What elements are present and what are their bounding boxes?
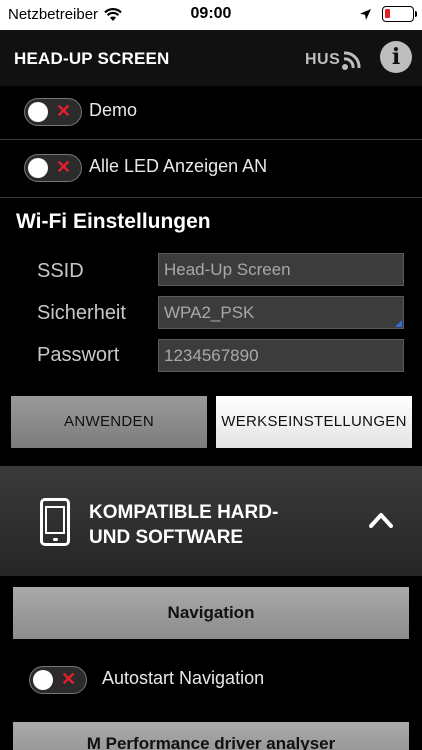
chevron-up-icon[interactable]: [369, 508, 393, 532]
toggle-off-icon: ✕: [56, 101, 72, 121]
divider: [0, 197, 422, 198]
ssid-label: SSID: [37, 260, 84, 282]
autostart-toggle-row: ✕ Autostart Navigation: [0, 654, 422, 706]
info-icon[interactable]: i: [380, 41, 412, 73]
led-toggle[interactable]: ✕: [24, 154, 82, 182]
compatible-title-line2: UND SOFTWARE: [89, 527, 244, 548]
toggle-knob: [33, 670, 53, 690]
status-bar-right: [359, 6, 417, 22]
ssid-field[interactable]: Head-Up Screen: [158, 253, 404, 286]
led-label: Alle LED Anzeigen AN: [89, 156, 268, 176]
demo-toggle[interactable]: ✕: [24, 98, 82, 126]
hus-connection-indicator[interactable]: HUS: [305, 48, 366, 72]
password-label: Passwort: [37, 344, 120, 366]
factory-reset-button[interactable]: WERKSEINSTELLUNGEN: [216, 396, 412, 448]
compatible-title-line1: KOMPATIBLE HARD-: [89, 502, 279, 523]
page-title: HEAD-UP SCREEN: [14, 49, 170, 68]
autostart-navigation-toggle[interactable]: ✕: [29, 666, 87, 694]
toggle-off-icon: ✕: [61, 669, 77, 689]
compatible-section-header[interactable]: KOMPATIBLE HARD- UND SOFTWARE: [0, 466, 422, 576]
dropdown-corner-icon: [395, 320, 402, 327]
signal-waves-icon: [342, 51, 361, 70]
password-field[interactable]: 1234567890: [158, 339, 404, 372]
navigation-button[interactable]: Navigation: [13, 587, 409, 639]
divider: [0, 139, 422, 140]
toggle-off-icon: ✕: [56, 157, 72, 177]
location-arrow-icon: [360, 8, 371, 20]
security-value: WPA2_PSK: [164, 303, 255, 322]
battery-level: [385, 9, 390, 18]
demo-toggle-row: ✕ Demo: [0, 86, 422, 138]
security-label: Sicherheit: [37, 302, 126, 324]
led-toggle-row: ✕ Alle LED Anzeigen AN: [0, 142, 422, 194]
battery-icon: [382, 6, 417, 22]
compatible-section-title: KOMPATIBLE HARD- UND SOFTWARE: [89, 500, 329, 550]
toggle-knob: [28, 158, 48, 178]
m-performance-button[interactable]: M Performance driver analyser: [13, 722, 409, 750]
demo-label: Demo: [89, 100, 138, 120]
smartphone-icon: [40, 498, 70, 546]
wifi-section-title: Wi-Fi Einstellungen: [16, 210, 211, 233]
hus-label: HUS: [305, 51, 341, 68]
security-select[interactable]: WPA2_PSK: [158, 296, 404, 329]
apply-button[interactable]: ANWENDEN: [11, 396, 207, 448]
autostart-navigation-label: Autostart Navigation: [102, 668, 265, 688]
status-bar: Netzbetreiber 09:00: [0, 0, 422, 30]
app-header: HEAD-UP SCREEN HUS i: [0, 30, 422, 86]
toggle-knob: [28, 102, 48, 122]
